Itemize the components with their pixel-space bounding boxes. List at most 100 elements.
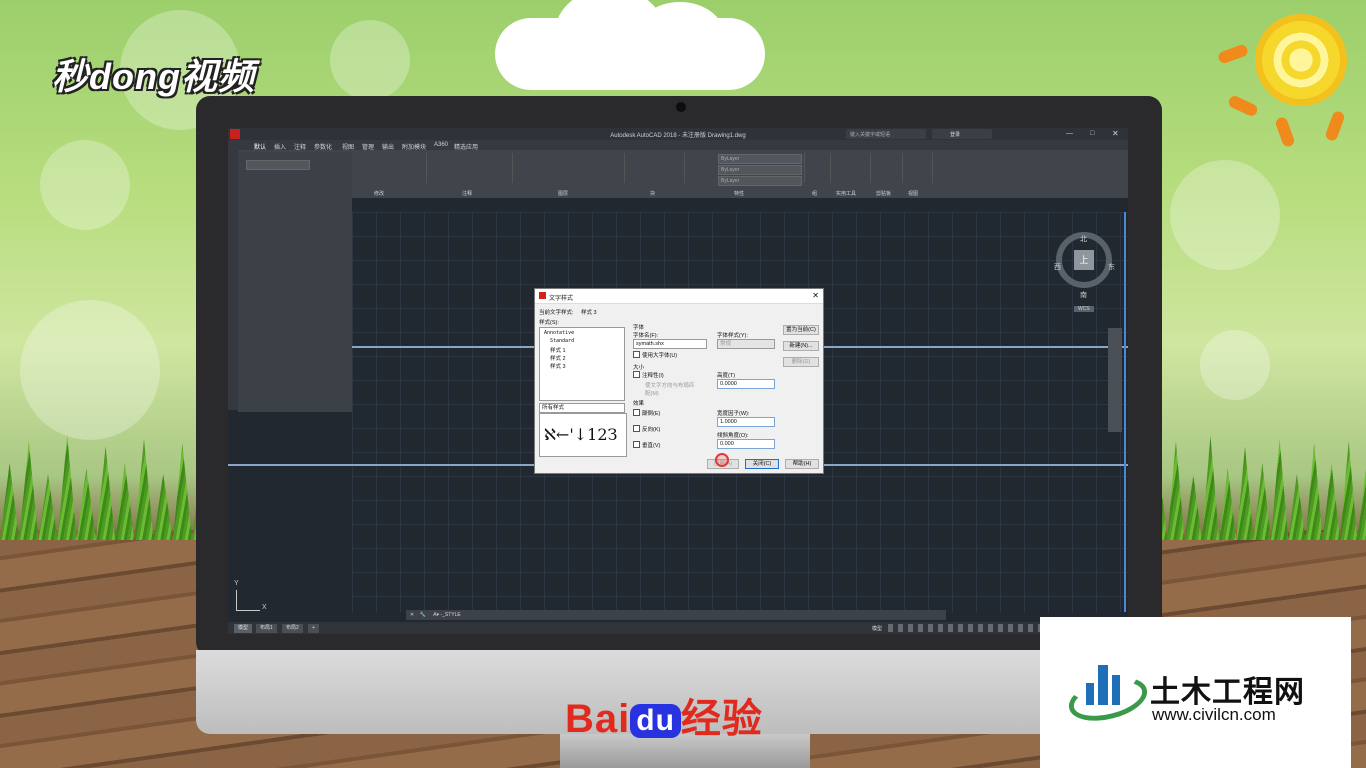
close-button[interactable]: 关闭(C) — [745, 459, 779, 469]
command-text: A▾ -_STYLE — [433, 612, 461, 618]
logo-ring — [1064, 669, 1152, 729]
font-section-label: 字体 — [633, 325, 645, 331]
sun-icon — [1255, 14, 1347, 106]
width-factor-label: 宽度因子(W): — [717, 411, 750, 417]
ribbon-group-annotation[interactable] — [428, 153, 513, 183]
autocad-window: Autodesk AutoCAD 2018 - 未注册版 Drawing1.dw… — [228, 128, 1128, 634]
match-orientation-label: 使文字方向与布局匹配(M) — [645, 383, 695, 397]
backwards-checkbox[interactable] — [633, 425, 640, 432]
styles-label: 样式(S): — [539, 320, 559, 326]
bylayer-linetype-combo[interactable]: ByLayer — [718, 165, 802, 175]
font-style-label: 字体样式(Y): — [717, 333, 748, 339]
styles-list[interactable]: Annotative Standard 样式 1 样式 2 样式 3 — [539, 327, 625, 401]
set-current-button[interactable]: 置为当前(C) — [783, 325, 819, 335]
sun-ray — [1216, 43, 1250, 65]
style-item[interactable]: Annotative — [544, 330, 574, 336]
navigation-bar[interactable] — [1108, 328, 1122, 432]
wcs-menu[interactable]: WCS — [1074, 306, 1094, 312]
layout-tab-layout2[interactable]: 布局2 — [282, 624, 303, 633]
sun-ray — [1226, 94, 1260, 118]
sun-ray — [1324, 109, 1346, 143]
close-icon[interactable]: ✕ — [1112, 129, 1119, 138]
ribbon-group-clipboard[interactable] — [872, 153, 903, 183]
style-filter-select[interactable]: 所有样式 — [539, 403, 625, 413]
ribbon-label-annotation: 注释 — [462, 191, 473, 197]
minimize-icon[interactable]: — — [1066, 130, 1073, 137]
civilcn-logo: 土木工程网 www.civilcn.com — [1040, 617, 1351, 768]
help-button[interactable]: 帮助(H) — [785, 459, 819, 469]
palette-strip[interactable] — [228, 150, 238, 410]
vertical-label: 垂直(V) — [642, 443, 661, 449]
layout-tab-add[interactable]: + — [308, 624, 319, 633]
sun-ray — [1274, 115, 1296, 149]
ribbon-group-group[interactable] — [806, 153, 831, 183]
bokeh — [1200, 330, 1270, 400]
layout-tab-layout1[interactable]: 布局1 — [256, 624, 277, 633]
mouse-cursor-icon — [715, 453, 729, 467]
ribbon-label-modify: 修改 — [374, 191, 385, 197]
font-name-select[interactable]: symath.shx — [633, 339, 707, 349]
vertical-checkbox[interactable] — [633, 441, 640, 448]
ribbon-group-layers[interactable] — [514, 153, 625, 183]
current-style-value: 样式 3 — [581, 310, 597, 316]
ucs-x-label: X — [262, 604, 267, 611]
bylayer-lineweight-label: ByLayer — [721, 178, 740, 184]
viewcube-south[interactable]: 南 — [1080, 290, 1087, 300]
bylayer-lineweight-combo[interactable]: ByLayer — [718, 176, 802, 186]
new-style-button[interactable]: 新建(N)... — [783, 341, 819, 351]
window-title: Autodesk AutoCAD 2018 - 未注册版 Drawing1.dw… — [610, 133, 746, 139]
ribbon-group-block[interactable] — [626, 153, 685, 183]
tab-a360[interactable]: A360 — [434, 142, 448, 148]
width-factor-input[interactable]: 1.0000 — [717, 417, 775, 427]
status-model-label[interactable]: 模型 — [872, 625, 882, 632]
width-factor-value: 1.0000 — [720, 419, 737, 425]
maximize-icon[interactable]: □ — [1090, 130, 1094, 137]
bigfont-checkbox[interactable] — [633, 351, 640, 358]
command-line[interactable]: ✕ 🔧 A▾ -_STYLE — [406, 610, 946, 620]
bylayer-color-combo[interactable]: ByLayer — [718, 154, 802, 164]
ribbon-label-block: 块 — [650, 191, 656, 197]
command-search-icon[interactable]: 🔧 — [420, 612, 426, 618]
font-style-value: 常规 — [720, 341, 732, 347]
current-style-label: 当前文字样式: — [539, 310, 574, 316]
login-button[interactable]: 登录 — [932, 129, 992, 139]
delete-style-button: 删除(D) — [783, 357, 819, 367]
cloud — [495, 0, 765, 90]
viewcube-east[interactable]: 东 — [1108, 262, 1115, 272]
viewcube-west[interactable]: 西 — [1054, 262, 1061, 272]
bylayer-linetype-label: ByLayer — [721, 167, 740, 173]
viewcube-north[interactable]: 北 — [1080, 234, 1087, 244]
title-bar: Autodesk AutoCAD 2018 - 未注册版 Drawing1.dw… — [228, 128, 1128, 140]
effects-section-label: 效果 — [633, 401, 645, 407]
palette-combo[interactable] — [246, 160, 310, 170]
baidu-jingyan: 经验 — [680, 697, 763, 741]
search-box[interactable]: 键入关键字或短语 — [846, 129, 926, 139]
ribbon-label-utilities: 实用工具 — [836, 191, 857, 197]
ribbon-group-modify[interactable] — [354, 153, 427, 183]
style-item-selected[interactable]: 样式 3 — [550, 362, 566, 370]
layout-tab-model[interactable]: 模型 — [234, 624, 253, 633]
upside-down-checkbox[interactable] — [633, 409, 640, 416]
ucs-x-axis — [236, 610, 260, 611]
annotative-checkbox[interactable] — [633, 371, 640, 378]
style-item[interactable]: Standard — [550, 338, 574, 344]
civilcn-url: www.civilcn.com — [1152, 705, 1276, 724]
size-section-label: 大小 — [633, 365, 645, 371]
command-close-icon[interactable]: ✕ — [410, 612, 414, 618]
dialog-close-icon[interactable]: ✕ — [812, 291, 819, 300]
oblique-label: 倾斜角度(O): — [717, 433, 749, 439]
drawing-line-right — [1124, 212, 1126, 612]
properties-palette[interactable] — [238, 152, 352, 412]
ribbon-label-properties: 特性 — [734, 191, 745, 197]
baidu-du: du — [630, 704, 681, 739]
grass — [1150, 435, 1366, 540]
height-input[interactable]: 0.0000 — [717, 379, 775, 389]
ucs-y-label: Y — [234, 580, 239, 587]
oblique-input[interactable]: 0.000 — [717, 439, 775, 449]
ribbon-group-utilities[interactable] — [832, 153, 871, 183]
autocad-icon — [539, 292, 546, 299]
style-item[interactable]: 样式 1 — [550, 346, 566, 354]
style-item[interactable]: 样式 2 — [550, 354, 566, 362]
ribbon-group-view[interactable] — [904, 153, 933, 183]
viewcube-face-top[interactable]: 上 — [1074, 250, 1094, 270]
